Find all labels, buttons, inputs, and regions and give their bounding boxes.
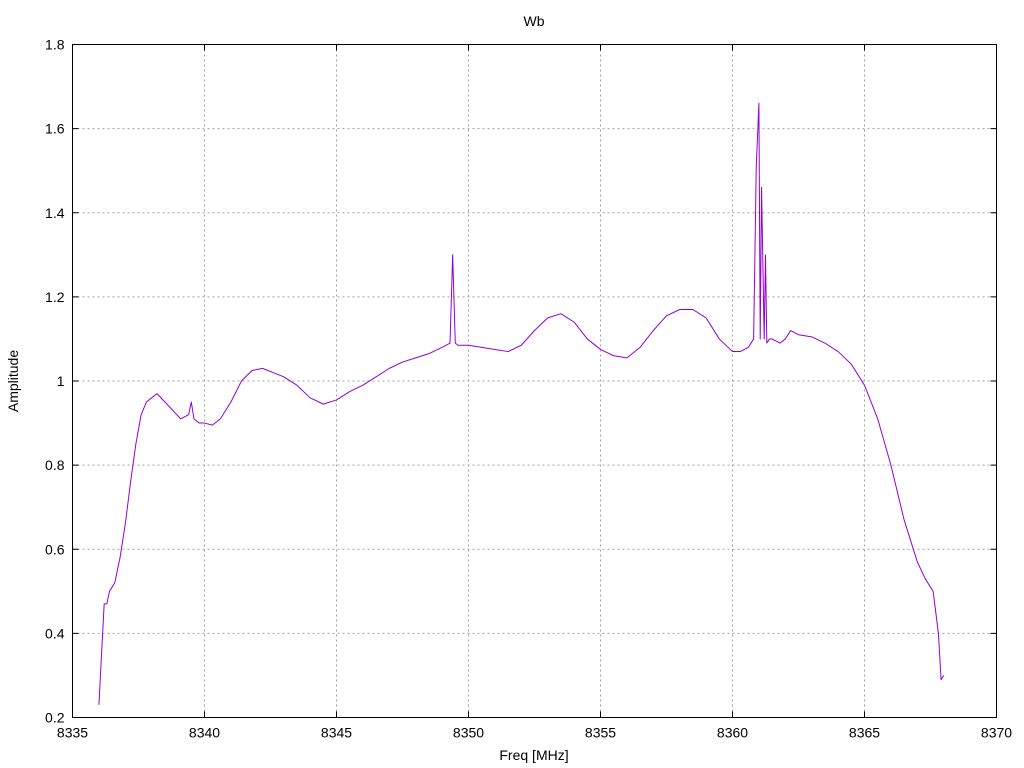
y-tick-label: 0.4 bbox=[45, 625, 65, 641]
x-tick-label: 8355 bbox=[585, 725, 616, 741]
chart: 8335 8340 8345 8350 8355 8360 8365 8370 0.2 0.4 0.… bbox=[5, 13, 1012, 763]
series-line bbox=[98, 102, 945, 705]
x-axis-label: Freq [MHz] bbox=[499, 747, 568, 763]
chart-title: Wb bbox=[524, 13, 545, 29]
x-tick-label: 8365 bbox=[849, 725, 880, 741]
y-axis-label: Amplitude bbox=[5, 350, 21, 412]
x-tick-label: 8350 bbox=[453, 725, 484, 741]
y-tick-label: 1.4 bbox=[45, 205, 65, 221]
x-tick-label: 8370 bbox=[981, 725, 1012, 741]
y-tick-label: 1.2 bbox=[45, 289, 65, 305]
series-layer bbox=[98, 102, 945, 705]
x-tick-label: 8345 bbox=[321, 725, 352, 741]
x-tick-label: 8335 bbox=[57, 725, 88, 741]
y-tick-label: 0.8 bbox=[45, 457, 65, 473]
tick-labels: 8335 8340 8345 8350 8355 8360 8365 8370 0.2 0.4 0.… bbox=[45, 37, 1012, 741]
y-tick-label: 0.6 bbox=[45, 541, 65, 557]
y-tick-label: 1.6 bbox=[45, 121, 65, 137]
x-tick-label: 8360 bbox=[717, 725, 748, 741]
y-tick-label: 0.2 bbox=[45, 710, 65, 726]
y-tick-label: 1 bbox=[57, 373, 65, 389]
x-tick-label: 8340 bbox=[189, 725, 220, 741]
grid-lines bbox=[72, 44, 997, 718]
y-tick-label: 1.8 bbox=[45, 37, 65, 53]
